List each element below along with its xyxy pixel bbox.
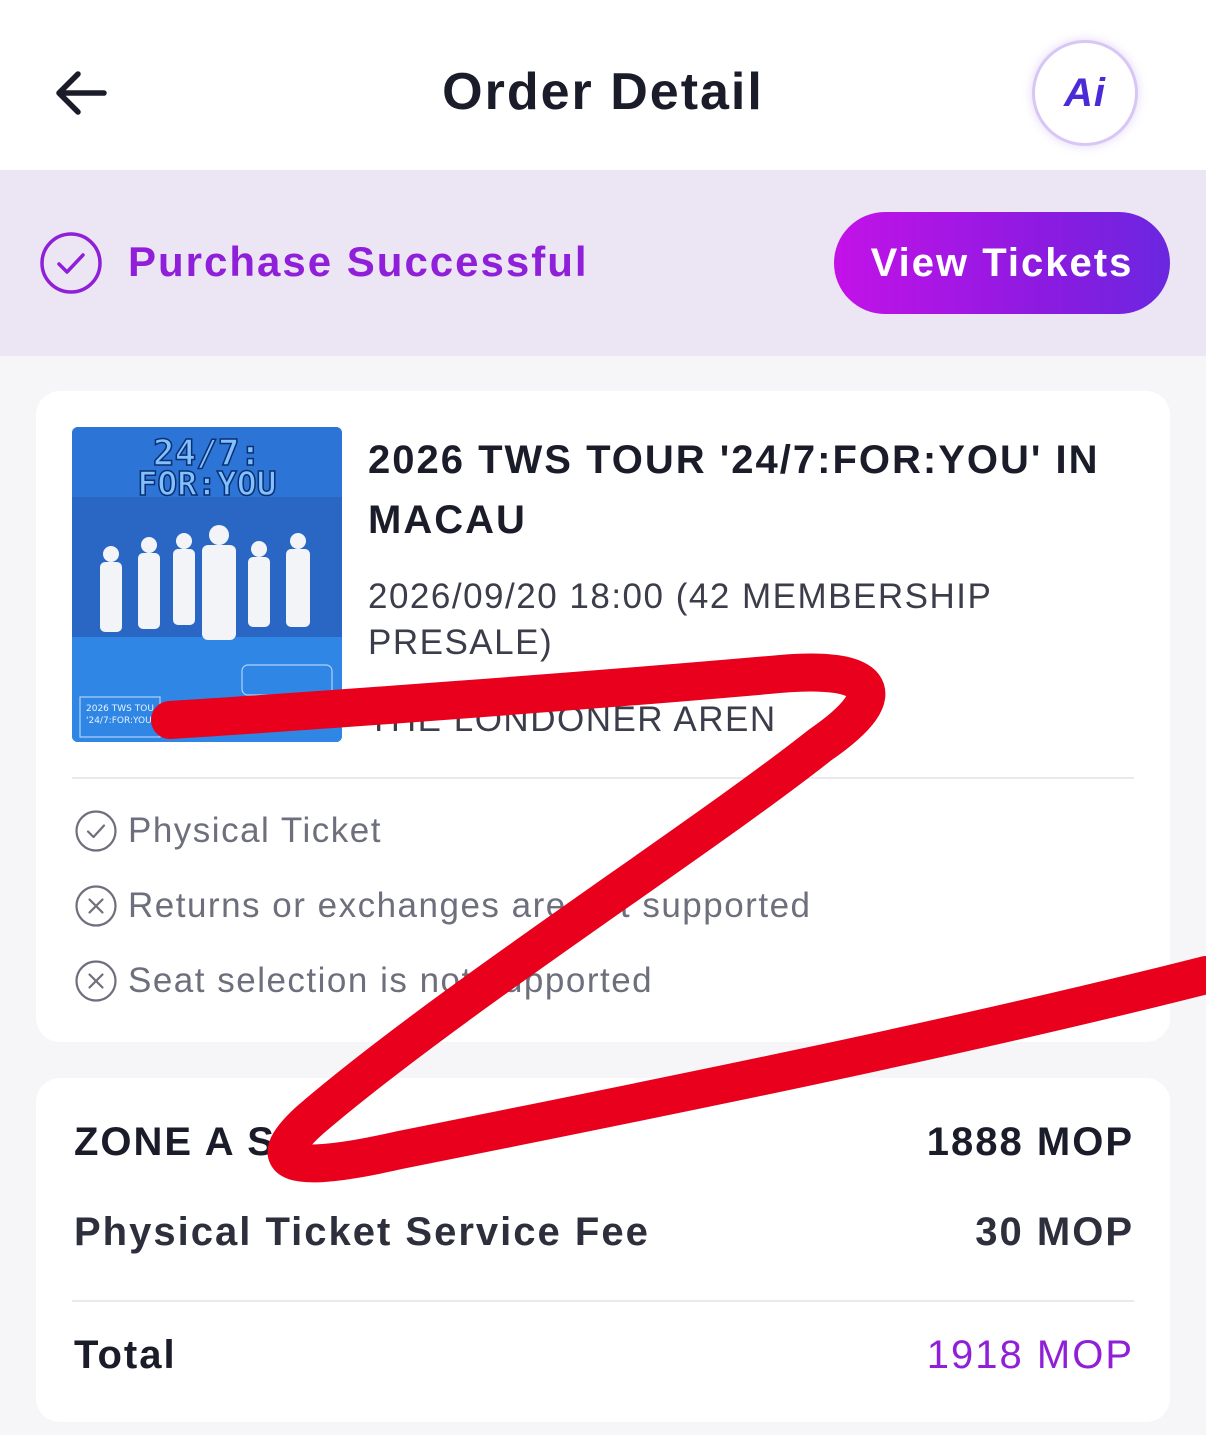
feature-text: Physical Ticket — [128, 811, 382, 850]
event-poster: 24/7: FOR:YOU 2026 TWS TOU '24/7:FOR:YOU… — [72, 427, 342, 742]
header-bar: Order Detail Ai — [0, 0, 1206, 170]
x-circle-icon — [75, 960, 117, 1002]
poster-title-line2: FOR:YOU — [137, 464, 276, 503]
zone-price-row: ZONE A S 1888 MOP — [74, 1120, 1134, 1165]
feature-no-returns: Returns or exchanges are not supported — [74, 883, 812, 929]
view-tickets-button[interactable]: View Tickets — [834, 212, 1170, 314]
event-venue: THE LONDONER AREN — [368, 700, 777, 739]
total-label: Total — [74, 1333, 177, 1377]
total-row: Total 1918 MOP — [74, 1333, 1134, 1378]
poster-caption-line2: '24/7:FOR:YOU' — [86, 716, 154, 726]
ai-label: Ai — [1064, 70, 1106, 115]
total-price: 1918 MOP — [926, 1333, 1134, 1377]
event-card-divider — [72, 777, 1134, 779]
feature-physical-ticket: Physical Ticket — [74, 808, 382, 854]
event-datetime: 2026/09/20 18:00 (42 MEMBERSHIP PRESALE) — [368, 577, 992, 662]
event-title: 2026 TWS TOUR '24/7:FOR:YOU' IN MACAU — [368, 438, 1100, 542]
fee-label: Physical Ticket Service Fee — [74, 1210, 650, 1254]
service-fee-row: Physical Ticket Service Fee 30 MOP — [74, 1210, 1134, 1255]
check-circle-icon — [75, 810, 117, 852]
feature-text: Returns or exchanges are not supported — [128, 886, 812, 925]
feature-text: Seat selection is not supported — [128, 961, 654, 1000]
ai-assistant-button[interactable]: Ai — [1032, 40, 1138, 146]
price-card-divider — [72, 1300, 1134, 1302]
x-circle-icon — [75, 885, 117, 927]
zone-price: 1888 MOP — [926, 1120, 1134, 1164]
fee-price: 30 MOP — [975, 1210, 1134, 1254]
feature-no-seat-selection: Seat selection is not supported — [74, 958, 653, 1004]
poster-caption-line1: 2026 TWS TOU — [86, 704, 154, 714]
zone-label: ZONE A S — [74, 1120, 276, 1164]
success-check-icon — [38, 230, 104, 296]
page-title: Order Detail — [442, 63, 764, 121]
purchase-status-text: Purchase Successful — [128, 238, 589, 285]
